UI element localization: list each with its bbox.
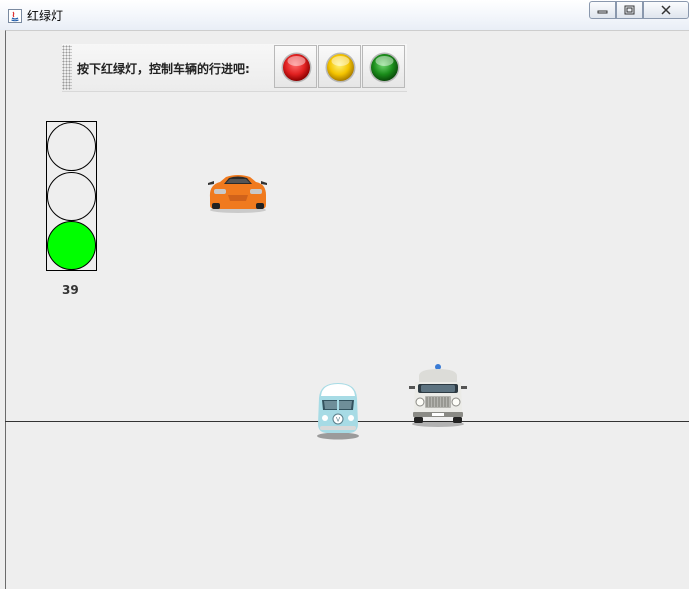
minimize-button[interactable] [589, 1, 616, 19]
vw-van-icon: V [317, 383, 359, 440]
traffic-light [46, 121, 97, 271]
yellow-light-button[interactable] [318, 45, 361, 88]
yellow-light-icon [325, 52, 356, 83]
green-light-button[interactable] [362, 45, 405, 88]
green-light-icon [369, 52, 400, 83]
orange-sports-car [206, 171, 269, 218]
traffic-lamp-red [47, 122, 96, 171]
close-button[interactable] [643, 1, 689, 19]
truck-icon [409, 364, 467, 427]
title-bar: 红绿灯 [0, 0, 689, 30]
red-light-icon [281, 52, 312, 83]
sports-car-icon [208, 175, 267, 213]
maximize-button[interactable] [616, 1, 643, 19]
red-light-button[interactable] [274, 45, 317, 88]
countdown-timer: 39 [62, 283, 79, 297]
traffic-lamp-green [47, 221, 96, 270]
java-app-icon [8, 8, 22, 23]
toolbar: 按下红绿灯，控制车辆的行进吧: [62, 44, 407, 92]
window-title: 红绿灯 [27, 9, 64, 23]
minimize-icon [597, 10, 608, 14]
white-truck [405, 362, 471, 432]
content-frame [5, 30, 689, 589]
toolbar-prompt: 按下红绿灯，控制车辆的行进吧: [77, 62, 250, 76]
close-icon [661, 5, 671, 15]
window-controls [589, 0, 689, 20]
maximize-icon [624, 5, 635, 15]
traffic-lamp-yellow [47, 172, 96, 221]
toolbar-grip-handle[interactable] [62, 45, 72, 90]
blue-vw-van: V [314, 380, 362, 444]
